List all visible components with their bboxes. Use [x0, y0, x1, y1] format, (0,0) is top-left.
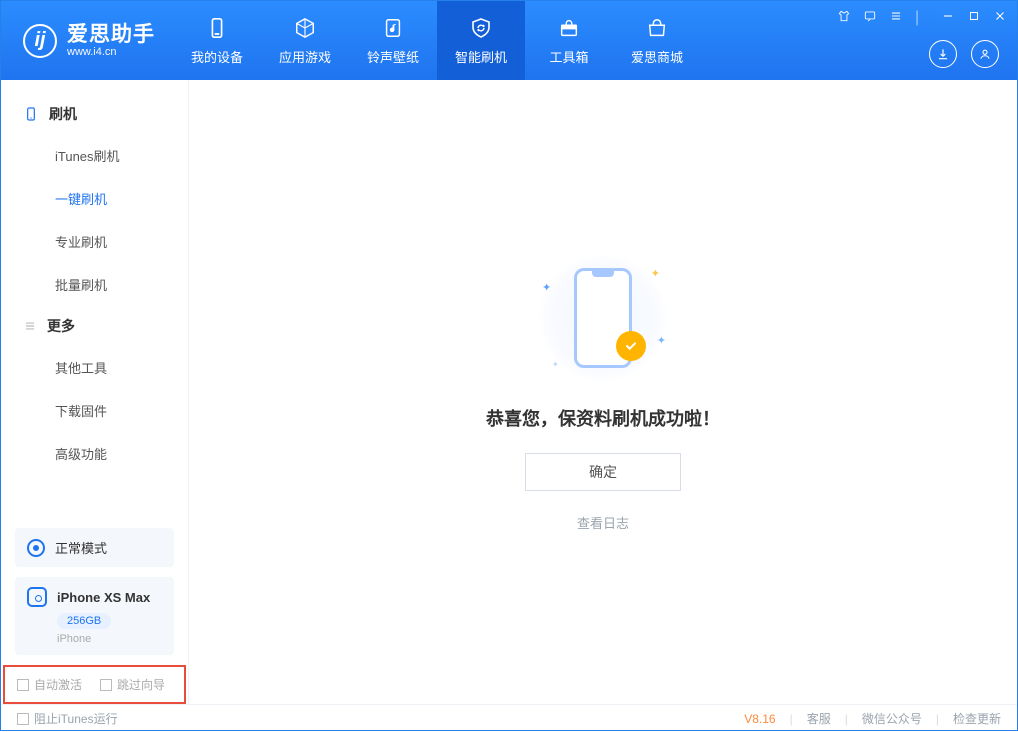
sidebar-item-pro-flash[interactable]: 专业刷机 — [1, 220, 188, 263]
tab-store[interactable]: 爱思商城 — [613, 1, 701, 80]
checkbox-label: 跳过向导 — [117, 676, 165, 693]
tab-my-device[interactable]: 我的设备 — [173, 1, 261, 80]
separator: | — [936, 712, 939, 726]
sidebar-item-other-tools[interactable]: 其他工具 — [1, 346, 188, 389]
checkbox-icon — [17, 679, 29, 691]
logo-icon: ij — [23, 24, 57, 58]
app-title: 爱思助手 — [67, 23, 155, 46]
device-panel: 正常模式 iPhone XS Max 256GB iPhone — [1, 520, 188, 665]
success-message: 恭喜您，保资料刷机成功啦！ — [486, 405, 720, 431]
header-tabs: 我的设备 应用游戏 铃声壁纸 智能刷机 工具箱 爱思商城 — [173, 1, 701, 80]
cube-icon — [292, 15, 318, 41]
sidebar: 刷机 iTunes刷机 一键刷机 专业刷机 批量刷机 更多 其他工具 下载固件 … — [1, 80, 189, 704]
mode-box[interactable]: 正常模式 — [15, 528, 174, 567]
close-icon[interactable] — [993, 9, 1007, 23]
tab-toolbox[interactable]: 工具箱 — [525, 1, 613, 80]
success-illustration: ✦ ✦ ✦ ✦ — [538, 253, 668, 383]
option-highlight-box: 自动激活 跳过向导 — [3, 665, 186, 704]
tab-label: 工具箱 — [549, 47, 588, 66]
check-update-link[interactable]: 检查更新 — [953, 710, 1001, 727]
checkmark-badge-icon — [616, 331, 646, 361]
app-site: www.i4.cn — [67, 46, 155, 58]
tab-smart-flash[interactable]: 智能刷机 — [437, 1, 525, 80]
checkbox-label: 阻止iTunes运行 — [34, 710, 118, 727]
tab-label: 智能刷机 — [455, 47, 507, 66]
sparkle-icon: ✦ — [657, 334, 666, 347]
sidebar-section-more: 更多 — [1, 306, 188, 346]
window-controls: | — [837, 9, 1007, 23]
separator: | — [915, 9, 929, 23]
download-button[interactable] — [929, 40, 957, 68]
device-phone-icon — [27, 587, 47, 607]
device-type: iPhone — [57, 633, 162, 645]
list-icon — [23, 319, 37, 333]
ok-button[interactable]: 确定 — [525, 453, 681, 491]
wechat-link[interactable]: 微信公众号 — [862, 710, 922, 727]
feedback-icon[interactable] — [863, 9, 877, 23]
mode-label: 正常模式 — [55, 538, 107, 557]
separator: | — [790, 712, 793, 726]
app-header: ij 爱思助手 www.i4.cn 我的设备 应用游戏 铃声壁纸 智能刷机 工具… — [1, 1, 1017, 80]
device-icon — [23, 106, 39, 122]
music-file-icon — [380, 15, 406, 41]
tab-label: 铃声壁纸 — [367, 47, 419, 66]
tab-ringtones-wallpapers[interactable]: 铃声壁纸 — [349, 1, 437, 80]
minimize-icon[interactable] — [941, 9, 955, 23]
support-link[interactable]: 客服 — [807, 710, 831, 727]
block-itunes-checkbox[interactable]: 阻止iTunes运行 — [17, 710, 118, 727]
sparkle-icon: ✦ — [552, 360, 559, 369]
device-storage-badge: 256GB — [57, 613, 111, 629]
tab-apps-games[interactable]: 应用游戏 — [261, 1, 349, 80]
toolbox-icon — [556, 15, 582, 41]
sidebar-item-advanced[interactable]: 高级功能 — [1, 432, 188, 475]
device-box[interactable]: iPhone XS Max 256GB iPhone — [15, 577, 174, 655]
sidebar-item-oneclick-flash[interactable]: 一键刷机 — [1, 177, 188, 220]
section-title: 更多 — [47, 316, 75, 336]
checkbox-icon — [17, 713, 29, 725]
status-bar: 阻止iTunes运行 V8.16 | 客服 | 微信公众号 | 检查更新 — [1, 704, 1017, 732]
logo: ij 爱思助手 www.i4.cn — [1, 1, 173, 80]
auto-activate-checkbox[interactable]: 自动激活 — [17, 676, 82, 693]
refresh-shield-icon — [468, 15, 494, 41]
version-label: V8.16 — [744, 712, 775, 726]
checkbox-label: 自动激活 — [34, 676, 82, 693]
phone-icon — [204, 15, 230, 41]
sidebar-item-batch-flash[interactable]: 批量刷机 — [1, 263, 188, 306]
mode-dot-icon — [27, 539, 45, 557]
user-button[interactable] — [971, 40, 999, 68]
sparkle-icon: ✦ — [651, 267, 660, 280]
sidebar-section-flash: 刷机 — [1, 94, 188, 134]
tab-label: 爱思商城 — [631, 47, 683, 66]
skip-guide-checkbox[interactable]: 跳过向导 — [100, 676, 165, 693]
store-icon — [644, 15, 670, 41]
main-content: ✦ ✦ ✦ ✦ 恭喜您，保资料刷机成功啦！ 确定 查看日志 — [189, 80, 1017, 704]
view-log-link[interactable]: 查看日志 — [577, 513, 629, 532]
header-right-icons — [929, 40, 999, 68]
checkbox-icon — [100, 679, 112, 691]
sidebar-item-download-firmware[interactable]: 下载固件 — [1, 389, 188, 432]
tab-label: 我的设备 — [191, 47, 243, 66]
section-title: 刷机 — [49, 104, 77, 124]
device-name: iPhone XS Max — [57, 590, 150, 605]
sidebar-item-itunes-flash[interactable]: iTunes刷机 — [1, 134, 188, 177]
maximize-icon[interactable] — [967, 9, 981, 23]
sparkle-icon: ✦ — [542, 281, 551, 294]
menu-icon[interactable] — [889, 9, 903, 23]
shirt-icon[interactable] — [837, 9, 851, 23]
tab-label: 应用游戏 — [279, 47, 331, 66]
separator: | — [845, 712, 848, 726]
